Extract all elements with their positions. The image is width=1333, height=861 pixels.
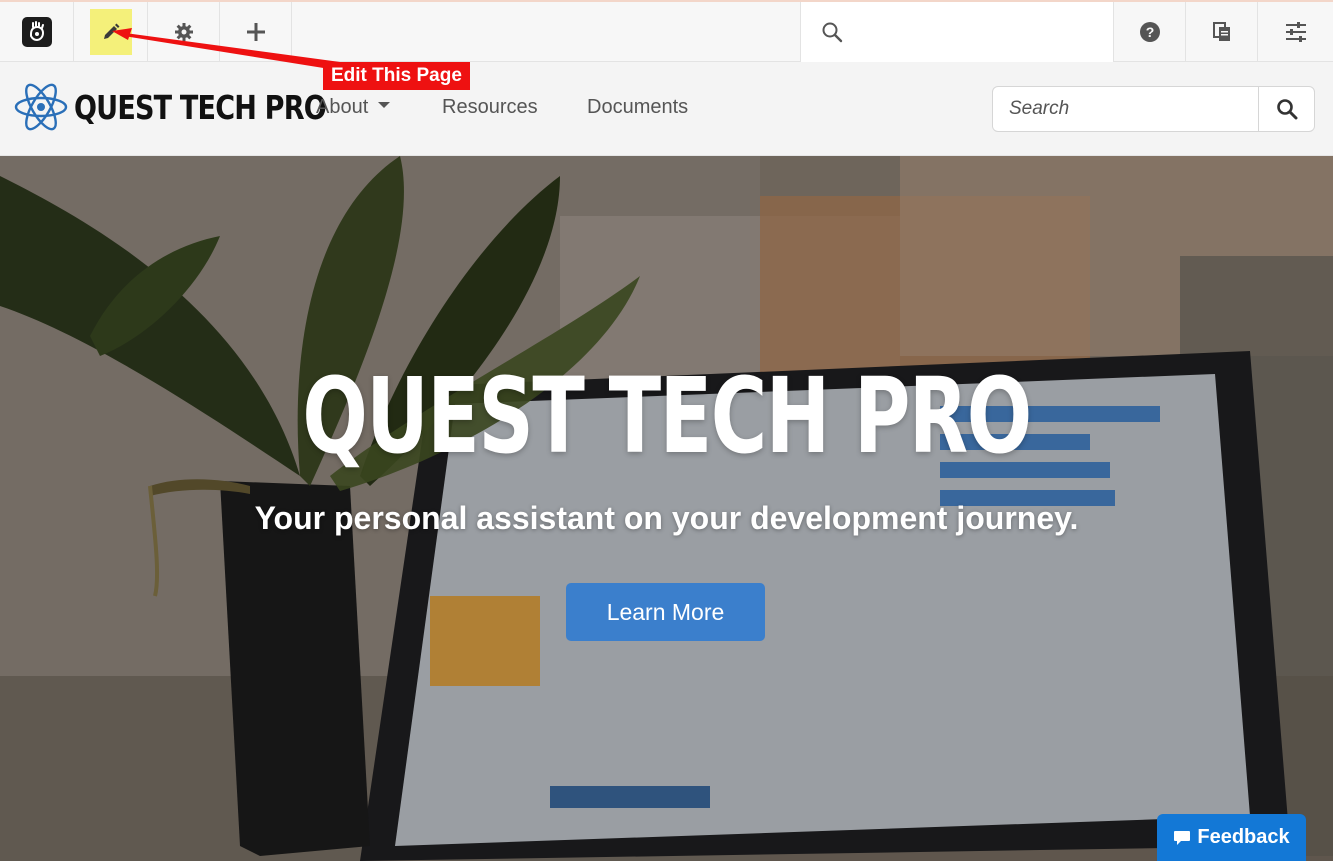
page-settings-button[interactable] bbox=[148, 2, 220, 62]
sliders-icon bbox=[1285, 22, 1306, 42]
site-search-input[interactable] bbox=[993, 87, 1258, 131]
nav-item-about-label: About bbox=[316, 96, 369, 118]
svg-text:?: ? bbox=[1145, 24, 1154, 40]
help-button[interactable]: ? bbox=[1113, 2, 1185, 62]
plus-icon bbox=[246, 23, 265, 41]
sitemap-button[interactable] bbox=[1185, 2, 1257, 62]
nav-item-resources[interactable]: Resources bbox=[442, 96, 538, 119]
edit-highlight bbox=[89, 9, 132, 55]
nav-item-about[interactable]: About bbox=[316, 96, 391, 119]
hero-section: QUEST TECH PRO Your personal assistant o… bbox=[0, 156, 1333, 861]
gear-icon bbox=[174, 23, 193, 41]
edit-page-button[interactable] bbox=[74, 2, 148, 62]
pencil-icon bbox=[103, 23, 119, 39]
site-search bbox=[992, 86, 1315, 132]
search-icon bbox=[822, 22, 843, 43]
concrete-hand-logo-icon bbox=[21, 17, 52, 47]
feedback-button[interactable]: Feedback bbox=[1157, 814, 1306, 861]
site-search-button[interactable] bbox=[1258, 87, 1314, 131]
nav-item-documents[interactable]: Documents bbox=[587, 96, 688, 119]
edit-this-page-label: Edit This Page bbox=[323, 62, 470, 90]
speech-bubble-icon bbox=[1174, 830, 1191, 845]
atom-icon bbox=[14, 83, 68, 131]
feedback-label: Feedback bbox=[1197, 826, 1290, 848]
dashboard-panel-button[interactable] bbox=[1257, 2, 1333, 62]
hero-subtitle: Your personal assistant on your developm… bbox=[254, 500, 1079, 536]
cms-logo-button[interactable] bbox=[0, 2, 74, 62]
site-navbar: QUEST TECH PRO About Resources Documents bbox=[0, 62, 1333, 156]
search-icon bbox=[1276, 99, 1297, 120]
brand-name: QUEST TECH PRO bbox=[74, 87, 327, 127]
hero-title: QUEST TECH PRO bbox=[302, 355, 1032, 477]
learn-more-button[interactable]: Learn More bbox=[566, 583, 765, 641]
question-circle-icon: ? bbox=[1139, 22, 1160, 42]
cms-search-field[interactable] bbox=[800, 2, 1114, 62]
caret-down-icon bbox=[378, 101, 391, 108]
copy-pages-icon bbox=[1212, 22, 1230, 41]
add-content-button[interactable] bbox=[220, 2, 292, 62]
cms-toolbar: ? bbox=[0, 0, 1333, 62]
